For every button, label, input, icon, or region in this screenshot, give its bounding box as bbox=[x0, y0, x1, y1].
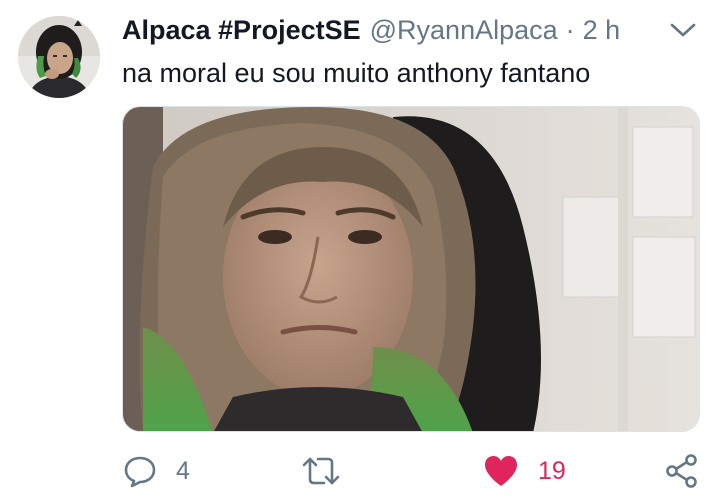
like-button[interactable]: 19 bbox=[482, 448, 566, 494]
display-name[interactable]: Alpaca #ProjectSE bbox=[122, 14, 361, 46]
tweet-text: na moral eu sou muito anthony fantano bbox=[122, 58, 591, 88]
more-options-button[interactable] bbox=[668, 20, 698, 40]
tweet-actions: 4 19 bbox=[0, 448, 718, 494]
share-icon bbox=[666, 454, 697, 488]
reply-button[interactable]: 4 bbox=[122, 448, 190, 494]
user-handle[interactable]: @RyannAlpaca bbox=[370, 14, 558, 46]
heart-icon bbox=[485, 456, 517, 486]
tweet-photo[interactable] bbox=[122, 106, 700, 432]
timestamp[interactable]: 2 h bbox=[583, 14, 621, 46]
tweet-header: Alpaca #ProjectSE @RyannAlpaca · 2 h bbox=[122, 14, 620, 46]
reply-count: 4 bbox=[176, 456, 190, 485]
reply-icon bbox=[124, 456, 156, 488]
avatar[interactable] bbox=[18, 16, 100, 98]
retweet-icon bbox=[302, 457, 340, 485]
chevron-down-icon bbox=[670, 23, 696, 37]
tweet: Alpaca #ProjectSE @RyannAlpaca · 2 h na … bbox=[0, 0, 718, 504]
share-button[interactable] bbox=[664, 448, 700, 494]
like-count: 19 bbox=[538, 456, 566, 485]
separator-dot: · bbox=[565, 15, 575, 45]
retweet-button[interactable] bbox=[300, 448, 342, 494]
